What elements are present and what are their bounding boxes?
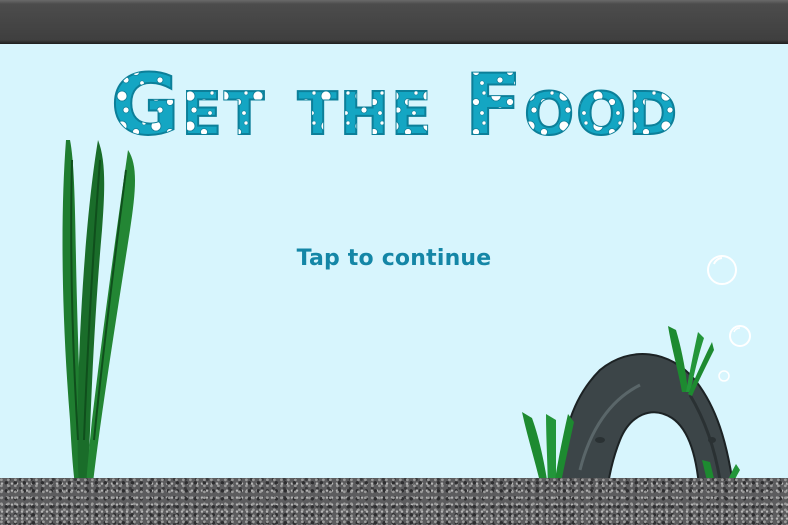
scene-art bbox=[62, 140, 752, 512]
seaweed-left-icon bbox=[62, 140, 135, 492]
bubbles-icon bbox=[707, 255, 751, 382]
gravel-floor bbox=[0, 478, 788, 525]
